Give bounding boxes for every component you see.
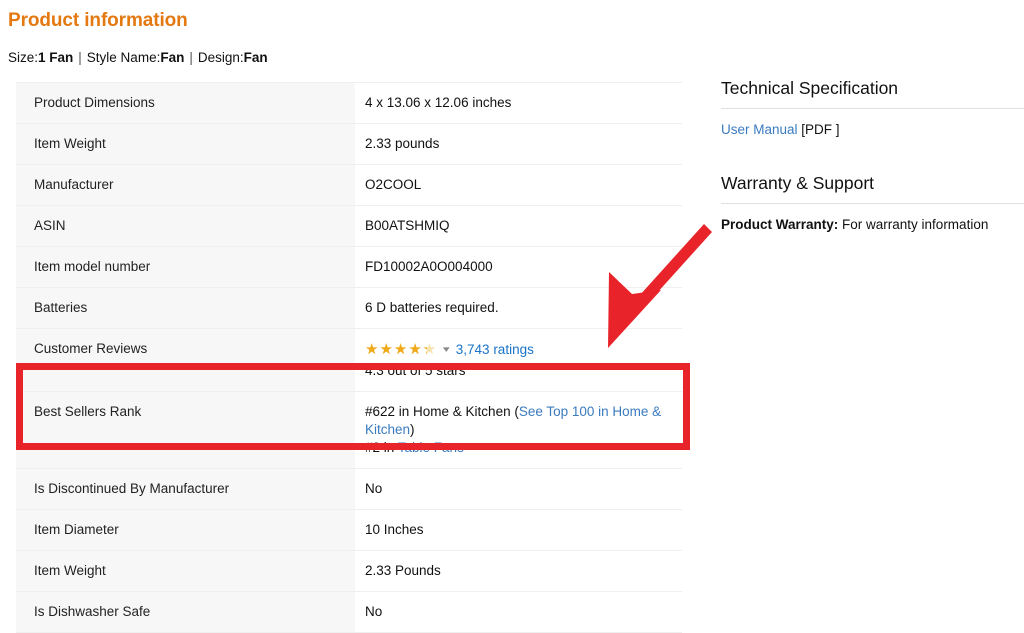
technical-specification-heading: Technical Specification [721,78,1024,109]
table-row: ASIN B00ATSHMIQ [16,205,682,247]
ratings-count-link[interactable]: 3,743 ratings [456,340,534,359]
row-value: #622 in Home & Kitchen (See Top 100 in H… [355,391,682,469]
size-value: 1 Fan [38,50,74,65]
design-value: Fan [243,50,268,65]
row-key: Manufacturer [16,164,355,206]
row-key: Is Dishwasher Safe [16,591,355,633]
row-value: 10 Inches [355,509,682,551]
row-value: ★★★★★ ★★★★★ ▾ 3,743 ratings 4.3 out of 5… [355,328,682,392]
row-key: Product Dimensions [16,82,355,124]
star-rating-icon[interactable]: ★★★★★ ★★★★★ [365,341,437,358]
table-row-customer-reviews: Customer Reviews ★★★★★ ★★★★★ ▾ 3,743 rat… [16,328,682,392]
variation-summary: Size:1 Fan | Style Name:Fan | Design:Fan [8,50,268,65]
table-row: Is Discontinued By Manufacturer No [16,468,682,510]
rank-home-kitchen-suffix: ) [410,422,415,437]
table-row: Is Dishwasher Safe No [16,591,682,633]
technical-specification-body: User Manual [PDF ] [721,109,1024,139]
user-manual-link[interactable]: User Manual [721,122,798,137]
rating-out-of-text: 4.3 out of 5 stars [365,363,466,378]
row-key: Item Diameter [16,509,355,551]
bestsellers-rank-line-1: #622 in Home & Kitchen (See Top 100 in H… [365,403,682,439]
style-name-value: Fan [160,50,185,65]
row-key: Item model number [16,246,355,288]
row-value: No [355,468,682,510]
row-key: Batteries [16,287,355,329]
table-row: Item Weight 2.33 pounds [16,123,682,165]
design-label: Design: [197,50,244,65]
row-key: Item Weight [16,550,355,592]
row-value: 2.33 pounds [355,123,682,165]
row-key: ASIN [16,205,355,247]
table-row: Manufacturer O2COOL [16,164,682,206]
right-info-column: Technical Specification User Manual [PDF… [721,78,1024,234]
row-value: 4 x 13.06 x 12.06 inches [355,82,682,124]
table-fans-link[interactable]: Table Fans [398,440,464,455]
table-row: Batteries 6 D batteries required. [16,287,682,329]
row-value: 6 D batteries required. [355,287,682,329]
table-row: Item Diameter 10 Inches [16,509,682,551]
warranty-support-block: Warranty & Support Product Warranty: For… [721,173,1024,234]
row-key: Is Discontinued By Manufacturer [16,468,355,510]
row-key: Customer Reviews [16,328,355,392]
table-row: Item model number FD10002A0O004000 [16,246,682,288]
rank-home-kitchen-prefix: #622 in Home & Kitchen ( [365,404,519,419]
row-value: FD10002A0O004000 [355,246,682,288]
variation-separator-2: | [189,50,193,65]
variation-separator-1: | [78,50,82,65]
user-manual-format-label: [PDF ] [801,122,840,137]
customer-reviews-cell: ★★★★★ ★★★★★ ▾ 3,743 ratings 4.3 out of 5… [365,340,682,380]
product-warranty-text: For warranty information [842,217,989,232]
row-value: O2COOL [355,164,682,206]
chevron-down-icon[interactable]: ▾ [443,345,450,354]
row-value: 2.33 Pounds [355,550,682,592]
star-rating-filled-glyphs: ★★★★★ [365,341,427,358]
table-row-best-sellers-rank: Best Sellers Rank #622 in Home & Kitchen… [16,391,682,469]
star-rating-row[interactable]: ★★★★★ ★★★★★ ▾ 3,743 ratings [365,340,682,359]
warranty-support-heading: Warranty & Support [721,173,1024,204]
rank-table-fans-prefix: #2 in [365,440,398,455]
product-details-body: Product Dimensions 4 x 13.06 x 12.06 inc… [16,82,682,633]
row-value: No [355,591,682,633]
row-key: Item Weight [16,123,355,165]
page-title: Product information [8,10,188,31]
product-details-table: Product Dimensions 4 x 13.06 x 12.06 inc… [16,82,682,633]
technical-specification-block: Technical Specification User Manual [PDF… [721,78,1024,139]
table-row: Item Weight 2.33 Pounds [16,550,682,592]
style-name-label: Style Name: [86,50,161,65]
bestsellers-rank-line-2: #2 in Table Fans [365,439,682,457]
size-label: Size: [8,50,39,65]
row-key: Best Sellers Rank [16,391,355,469]
warranty-support-body: Product Warranty: For warranty informati… [721,204,1024,234]
product-warranty-label: Product Warranty: [721,217,839,232]
row-value: B00ATSHMIQ [355,205,682,247]
table-row: Product Dimensions 4 x 13.06 x 12.06 inc… [16,82,682,124]
